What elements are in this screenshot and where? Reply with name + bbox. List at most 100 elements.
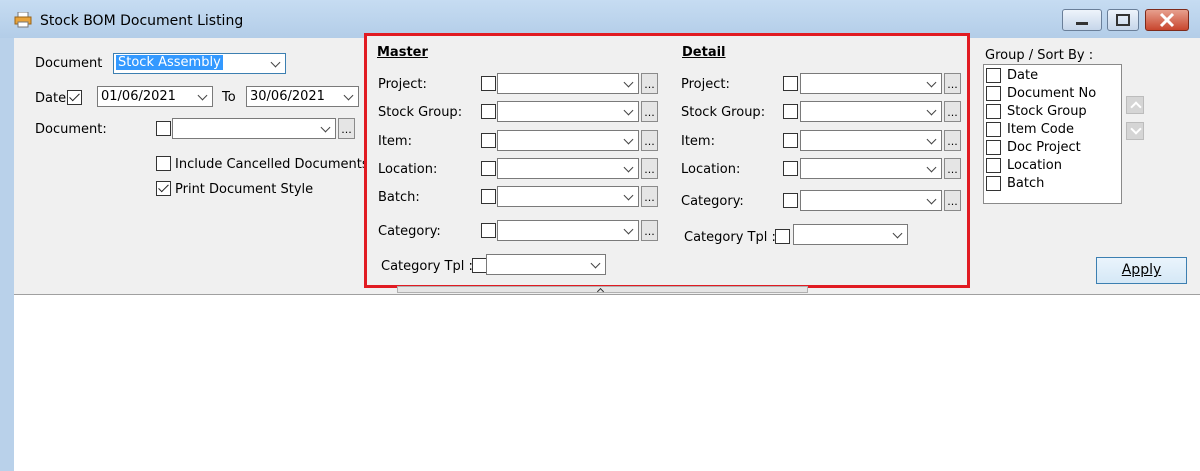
document-filter-browse-button[interactable]: ... <box>338 118 355 139</box>
detail-project-browse-button[interactable]: ... <box>944 73 961 94</box>
include-cancelled-checkbox[interactable] <box>156 156 171 171</box>
group-sort-checkbox[interactable] <box>986 140 1001 155</box>
document-filter-checkbox[interactable] <box>156 121 171 136</box>
master-location-checkbox[interactable] <box>481 161 496 176</box>
group-sort-checkbox[interactable] <box>986 158 1001 173</box>
master-stock-group-select[interactable] <box>497 101 639 122</box>
master-category-browse-button[interactable]: ... <box>641 220 658 241</box>
chevron-down-icon <box>926 194 937 205</box>
detail-location-select[interactable] <box>800 158 942 179</box>
maximize-button[interactable] <box>1107 9 1139 31</box>
date-label: Date <box>35 91 67 106</box>
window-title: Stock BOM Document Listing <box>40 13 244 29</box>
group-sort-checkbox[interactable] <box>986 176 1001 191</box>
group-sort-label: Group / Sort By : <box>985 48 1094 63</box>
master-item-select[interactable] <box>497 130 639 151</box>
results-area <box>14 294 1200 471</box>
master-project-browse-button[interactable]: ... <box>641 73 658 94</box>
chevron-down-icon <box>623 162 634 173</box>
master-category-tpl-label: Category Tpl : <box>381 259 473 274</box>
master-category-tpl-select[interactable] <box>486 254 606 275</box>
master-location-browse-button[interactable]: ... <box>641 158 658 179</box>
master-batch-select[interactable] <box>497 186 639 207</box>
detail-project-checkbox[interactable] <box>783 76 798 91</box>
group-sort-item-label: Batch <box>1007 176 1045 191</box>
detail-category-browse-button[interactable]: ... <box>944 190 961 211</box>
master-batch-checkbox[interactable] <box>481 189 496 204</box>
date-to-picker[interactable]: 30/06/2021 <box>246 86 359 107</box>
detail-location-browse-button[interactable]: ... <box>944 158 961 179</box>
master-category-label: Category: <box>378 224 441 239</box>
date-to-value: 30/06/2021 <box>250 89 325 104</box>
move-down-arrow-icon[interactable] <box>1126 122 1144 140</box>
print-document-style-label: Print Document Style <box>175 182 314 197</box>
detail-heading: Detail <box>682 45 726 60</box>
group-sort-checkbox[interactable] <box>986 86 1001 101</box>
detail-item-checkbox[interactable] <box>783 133 798 148</box>
printer-icon <box>14 12 32 28</box>
date-from-picker[interactable]: 01/06/2021 <box>97 86 213 107</box>
group-sort-item-label: Document No <box>1007 86 1097 101</box>
master-item-checkbox[interactable] <box>481 133 496 148</box>
detail-category-label: Category: <box>681 194 744 209</box>
detail-item-select[interactable] <box>800 130 942 151</box>
document-type-value: Stock Assembly <box>116 55 223 70</box>
master-project-checkbox[interactable] <box>481 76 496 91</box>
chevron-down-icon <box>623 224 634 235</box>
print-document-style-checkbox[interactable] <box>156 181 171 196</box>
minimize-button[interactable] <box>1062 9 1102 31</box>
chevron-down-icon <box>892 228 903 239</box>
date-from-value: 01/06/2021 <box>101 89 176 104</box>
master-location-select[interactable] <box>497 158 639 179</box>
master-category-select[interactable] <box>497 220 639 241</box>
scrollbar[interactable] <box>1186 38 1200 294</box>
master-stock-group-browse-button[interactable]: ... <box>641 101 658 122</box>
master-item-browse-button[interactable]: ... <box>641 130 658 151</box>
master-category-checkbox[interactable] <box>481 223 496 238</box>
detail-project-select[interactable] <box>800 73 942 94</box>
chevron-down-icon <box>926 105 937 116</box>
master-stock-group-checkbox[interactable] <box>481 104 496 119</box>
chevron-down-icon <box>197 90 208 101</box>
chevron-down-icon <box>623 105 634 116</box>
chevron-down-icon <box>926 134 937 145</box>
master-batch-browse-button[interactable]: ... <box>641 186 658 207</box>
detail-category-checkbox[interactable] <box>783 193 798 208</box>
detail-category-tpl-checkbox[interactable] <box>775 229 790 244</box>
apply-button[interactable]: Apply <box>1096 257 1187 284</box>
detail-category-select[interactable] <box>800 190 942 211</box>
document-filter-select[interactable] <box>172 118 336 139</box>
detail-project-label: Project: <box>681 77 730 92</box>
move-up-arrow-icon[interactable] <box>1126 96 1144 114</box>
detail-category-tpl-label: Category Tpl : <box>684 230 776 245</box>
group-sort-list: Date Document No Stock Group Item Code D… <box>983 64 1122 204</box>
master-project-label: Project: <box>378 77 427 92</box>
master-category-tpl-checkbox[interactable] <box>472 258 487 273</box>
chevron-down-icon <box>320 122 331 133</box>
group-sort-item-label: Item Code <box>1007 122 1075 137</box>
detail-item-browse-button[interactable]: ... <box>944 130 961 151</box>
master-batch-label: Batch: <box>378 190 420 205</box>
detail-stock-group-checkbox[interactable] <box>783 104 798 119</box>
date-checkbox[interactable] <box>67 90 82 105</box>
detail-category-tpl-select[interactable] <box>793 224 908 245</box>
detail-stock-group-select[interactable] <box>800 101 942 122</box>
include-cancelled-label: Include Cancelled Documents <box>175 157 369 172</box>
document-type-select[interactable]: Stock Assembly <box>113 53 286 74</box>
detail-location-label: Location: <box>681 162 741 177</box>
group-sort-item-label: Location <box>1007 158 1062 173</box>
close-button[interactable] <box>1145 9 1189 31</box>
maximize-icon <box>1116 14 1130 26</box>
panel-splitter-handle[interactable] <box>397 286 808 293</box>
detail-stock-group-label: Stock Group: <box>681 105 766 120</box>
group-sort-checkbox[interactable] <box>986 104 1001 119</box>
group-sort-checkbox[interactable] <box>986 122 1001 137</box>
chevron-down-icon <box>926 162 937 173</box>
master-project-select[interactable] <box>497 73 639 94</box>
detail-location-checkbox[interactable] <box>783 161 798 176</box>
chevron-down-icon <box>623 77 634 88</box>
group-sort-checkbox[interactable] <box>986 68 1001 83</box>
chevron-down-icon <box>623 190 634 201</box>
master-item-label: Item: <box>378 134 412 149</box>
detail-stock-group-browse-button[interactable]: ... <box>944 101 961 122</box>
